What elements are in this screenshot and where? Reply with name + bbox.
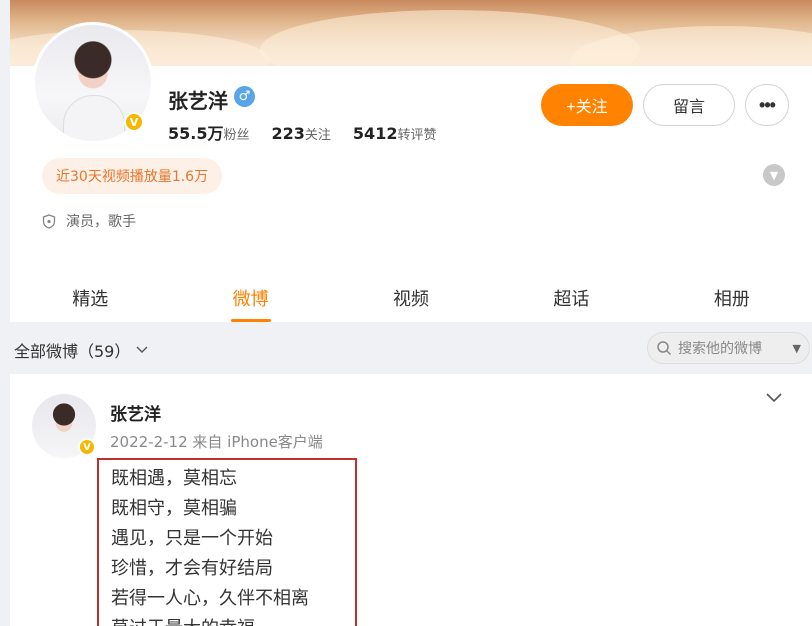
post-filter-bar: 全部微博（59） 搜索他的微博 ▼	[0, 326, 812, 370]
search-icon	[657, 341, 672, 356]
video-plays-badge: 近30天视频播放量1.6万	[42, 158, 223, 194]
message-button[interactable]: 留言	[643, 84, 735, 126]
profile-name: 张艺洋	[168, 89, 228, 113]
profile-avatar[interactable]: V	[32, 22, 154, 144]
tab-weibo[interactable]: 微博	[170, 272, 330, 322]
chevron-down-icon	[136, 346, 148, 353]
post-line: 珍惜，才会有好结局	[111, 558, 273, 579]
tab-super-topic[interactable]: 超话	[491, 272, 651, 322]
profile-card: V 张艺洋 ♂ 55.5万粉丝 223关注 5412转评赞 +关注 留言 •••…	[10, 22, 812, 322]
male-gender-icon: ♂	[234, 86, 255, 107]
stat-followers[interactable]: 55.5万粉丝	[168, 120, 250, 144]
post-search-input[interactable]: 搜索他的微博 ▼	[647, 332, 810, 364]
profile-stats: 55.5万粉丝 223关注 5412转评赞	[168, 120, 436, 144]
profile-tags: 演员，歌手	[42, 211, 136, 231]
follow-button[interactable]: +关注	[541, 84, 633, 126]
post-menu-chevron-icon[interactable]	[766, 388, 782, 407]
post-meta: 2022-2-12 来自 iPhone客户端	[110, 433, 323, 451]
post-text-highlighted: 既相遇，莫相忘 既相守，莫相骗 遇见，只是一个开始 珍惜，才会有好结局 若得一人…	[97, 458, 357, 626]
tab-albums[interactable]: 相册	[652, 272, 812, 322]
post-line: 遇见，只是一个开始	[111, 528, 273, 549]
all-posts-label: 全部微博（59）	[14, 342, 131, 361]
expand-chevron-icon[interactable]: ▼	[763, 164, 785, 186]
post-line: 莫过于最大的幸福	[111, 614, 355, 626]
post-line: 既相守，莫相骗	[111, 498, 237, 519]
profile-tags-text: 演员，歌手	[66, 214, 136, 230]
verified-badge-icon: V	[78, 438, 96, 456]
verified-badge-icon: V	[124, 112, 144, 132]
post-line: 若得一人心，久伴不相离	[111, 588, 309, 609]
tab-featured[interactable]: 精选	[10, 272, 170, 322]
tab-videos[interactable]: 视频	[331, 272, 491, 322]
stat-reposts-likes: 5412转评赞	[352, 124, 437, 143]
stat-following[interactable]: 223关注	[272, 124, 331, 143]
search-placeholder: 搜索他的微博	[678, 341, 762, 357]
profile-tabs: 精选 微博 视频 超话 相册	[10, 272, 812, 322]
all-posts-filter[interactable]: 全部微博（59）	[14, 338, 148, 362]
post-line: 既相遇，莫相忘	[111, 468, 237, 489]
shield-icon	[42, 213, 56, 229]
post-card: V 张艺洋 2022-2-12 来自 iPhone客户端 既相遇，莫相忘 既相守…	[10, 374, 812, 626]
search-dropdown-icon[interactable]: ▼	[793, 342, 801, 355]
post-author-name[interactable]: 张艺洋	[110, 400, 161, 425]
more-options-button[interactable]: •••	[745, 84, 789, 126]
